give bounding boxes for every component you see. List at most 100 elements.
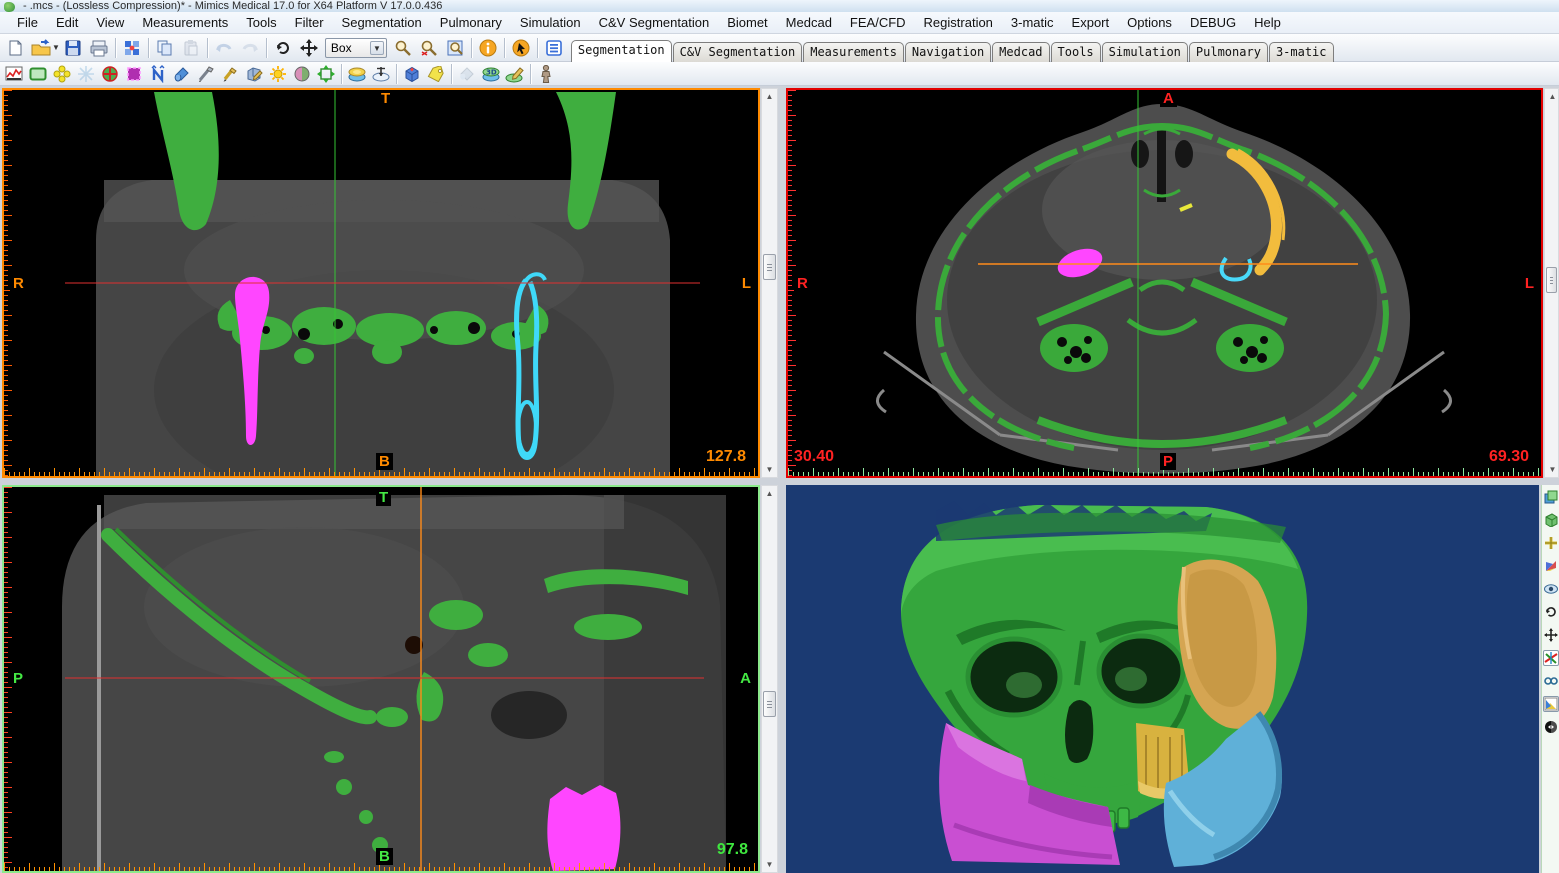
chart-toggle-button[interactable] xyxy=(1543,696,1559,712)
cube-view-button[interactable] xyxy=(1543,512,1559,528)
tab-simulation[interactable]: Simulation xyxy=(1102,42,1188,62)
viewport-coronal[interactable]: T B R L 127.8 xyxy=(2,88,760,478)
scroll-down-icon[interactable]: ▼ xyxy=(1545,462,1559,477)
region-growing-button[interactable] xyxy=(50,63,74,84)
open-dropdown-caret[interactable]: ▼ xyxy=(52,43,60,52)
smart-expand-button[interactable] xyxy=(266,63,290,84)
menu-cv-segmentation[interactable]: C&V Segmentation xyxy=(590,13,719,32)
viewport-sagittal[interactable]: T B P A 97.8 xyxy=(2,485,760,873)
edit-mask-3d-button[interactable] xyxy=(242,63,266,84)
crop-rectangle-button[interactable] xyxy=(26,63,50,84)
menu-view[interactable]: View xyxy=(87,13,133,32)
menu-registration[interactable]: Registration xyxy=(915,13,1002,32)
split-mask-button[interactable] xyxy=(146,63,170,84)
tab-navigation[interactable]: Navigation xyxy=(905,42,991,62)
menu-file[interactable]: File xyxy=(8,13,47,32)
tab-measurements[interactable]: Measurements xyxy=(803,42,904,62)
zoom-mode-select[interactable]: Box ▼ xyxy=(325,38,387,58)
mask-properties-button[interactable] xyxy=(424,63,448,84)
menu-export[interactable]: Export xyxy=(1063,13,1119,32)
tab-medcad[interactable]: Medcad xyxy=(992,42,1049,62)
menu-segmentation[interactable]: Segmentation xyxy=(333,13,431,32)
menu-debug[interactable]: DEBUG xyxy=(1181,13,1245,32)
tab-segmentation[interactable]: Segmentation xyxy=(571,40,672,62)
zoom-button[interactable] xyxy=(390,36,416,60)
zoom-fit-button[interactable] xyxy=(442,36,468,60)
menu-3matic[interactable]: 3-matic xyxy=(1002,13,1063,32)
thresholding-button[interactable] xyxy=(2,63,26,84)
toolbar-separator xyxy=(207,38,208,58)
scrollbar-thumb[interactable] xyxy=(763,691,776,717)
project-management-button[interactable] xyxy=(119,36,145,60)
viewport-3d[interactable] xyxy=(786,485,1539,873)
menu-measurements[interactable]: Measurements xyxy=(133,13,237,32)
tab-3matic[interactable]: 3-matic xyxy=(1269,42,1334,62)
cavity-fill-button-disabled[interactable] xyxy=(455,63,479,84)
title-bar[interactable]: - .mcs - (Lossless Compression)* - Mimic… xyxy=(0,0,1559,12)
update-3d-button[interactable] xyxy=(369,63,393,84)
calculate-polylines-button[interactable]: 3D xyxy=(479,63,503,84)
scroll-down-icon[interactable]: ▼ xyxy=(762,857,777,872)
menu-fea-cfd[interactable]: FEA/CFD xyxy=(841,13,915,32)
scroll-up-icon[interactable]: ▲ xyxy=(762,486,777,501)
crop-mask-button[interactable] xyxy=(314,63,338,84)
sagittal-slice-scrollbar[interactable]: ▲ ▼ xyxy=(761,485,778,873)
panel-toggle-button[interactable] xyxy=(541,36,567,60)
pan-3d-button[interactable] xyxy=(1543,627,1559,643)
toolbar-separator xyxy=(148,38,149,58)
info-button[interactable] xyxy=(475,36,501,60)
scroll-down-icon[interactable]: ▼ xyxy=(762,462,777,477)
boolean-operations-button[interactable] xyxy=(400,63,424,84)
menu-tools[interactable]: Tools xyxy=(237,13,285,32)
viewport-axial[interactable]: A P R L 30.40 69.30 xyxy=(786,88,1543,478)
open-file-button[interactable] xyxy=(28,36,54,60)
anatomical-reconstruction-button[interactable] xyxy=(534,63,558,84)
axes-toggle-button[interactable] xyxy=(1543,650,1559,666)
contrast-toggle-button[interactable] xyxy=(1543,719,1559,735)
redo-button-disabled[interactable] xyxy=(237,36,263,60)
multiple-slice-edit-button[interactable] xyxy=(170,63,194,84)
region-grow-sphere-button[interactable] xyxy=(290,63,314,84)
dynamic-region-grow-button-disabled[interactable] xyxy=(74,63,98,84)
orientation-flag-button[interactable] xyxy=(1543,558,1559,574)
menu-edit[interactable]: Edit xyxy=(47,13,87,32)
tab-cv-segmentation[interactable]: C&V Segmentation xyxy=(673,42,803,62)
menu-medcad[interactable]: Medcad xyxy=(777,13,841,32)
toolbar-separator xyxy=(451,64,452,84)
rotate-3d-button[interactable] xyxy=(1543,604,1559,620)
pan-button[interactable] xyxy=(296,36,322,60)
draw-profile-line-button[interactable] xyxy=(194,63,218,84)
rotate-button[interactable] xyxy=(270,36,296,60)
copy-button[interactable] xyxy=(152,36,178,60)
eye-visibility-button[interactable] xyxy=(1543,581,1559,597)
menu-biomet[interactable]: Biomet xyxy=(718,13,776,32)
scrollbar-thumb[interactable] xyxy=(1546,267,1557,293)
edit-polylines-button[interactable] xyxy=(503,63,527,84)
print-button[interactable] xyxy=(86,36,112,60)
menu-options[interactable]: Options xyxy=(1118,13,1181,32)
scroll-up-icon[interactable]: ▲ xyxy=(762,89,777,104)
menu-simulation[interactable]: Simulation xyxy=(511,13,590,32)
calculate-3d-button[interactable] xyxy=(345,63,369,84)
unzoom-button[interactable] xyxy=(416,36,442,60)
undo-button-disabled[interactable] xyxy=(211,36,237,60)
layers-button[interactable] xyxy=(1543,489,1559,505)
morphology-operations-button[interactable] xyxy=(98,63,122,84)
tab-tools[interactable]: Tools xyxy=(1051,42,1101,62)
save-button[interactable] xyxy=(60,36,86,60)
stereo-glasses-button[interactable] xyxy=(1543,673,1559,689)
scrollbar-thumb[interactable] xyxy=(763,254,776,280)
move-crosshair-button[interactable] xyxy=(1543,535,1559,551)
axial-slice-scrollbar[interactable]: ▲ ▼ xyxy=(1544,88,1559,478)
new-file-button[interactable] xyxy=(2,36,28,60)
edit-masks-button[interactable] xyxy=(122,63,146,84)
menu-help[interactable]: Help xyxy=(1245,13,1290,32)
coronal-slice-scrollbar[interactable]: ▲ ▼ xyxy=(761,88,778,478)
menu-pulmonary[interactable]: Pulmonary xyxy=(431,13,511,32)
edit-profile-button[interactable] xyxy=(218,63,242,84)
menu-filter[interactable]: Filter xyxy=(286,13,333,32)
context-help-button[interactable] xyxy=(508,36,534,60)
paste-button-disabled[interactable] xyxy=(178,36,204,60)
tab-pulmonary[interactable]: Pulmonary xyxy=(1189,42,1268,62)
scroll-up-icon[interactable]: ▲ xyxy=(1545,89,1559,104)
